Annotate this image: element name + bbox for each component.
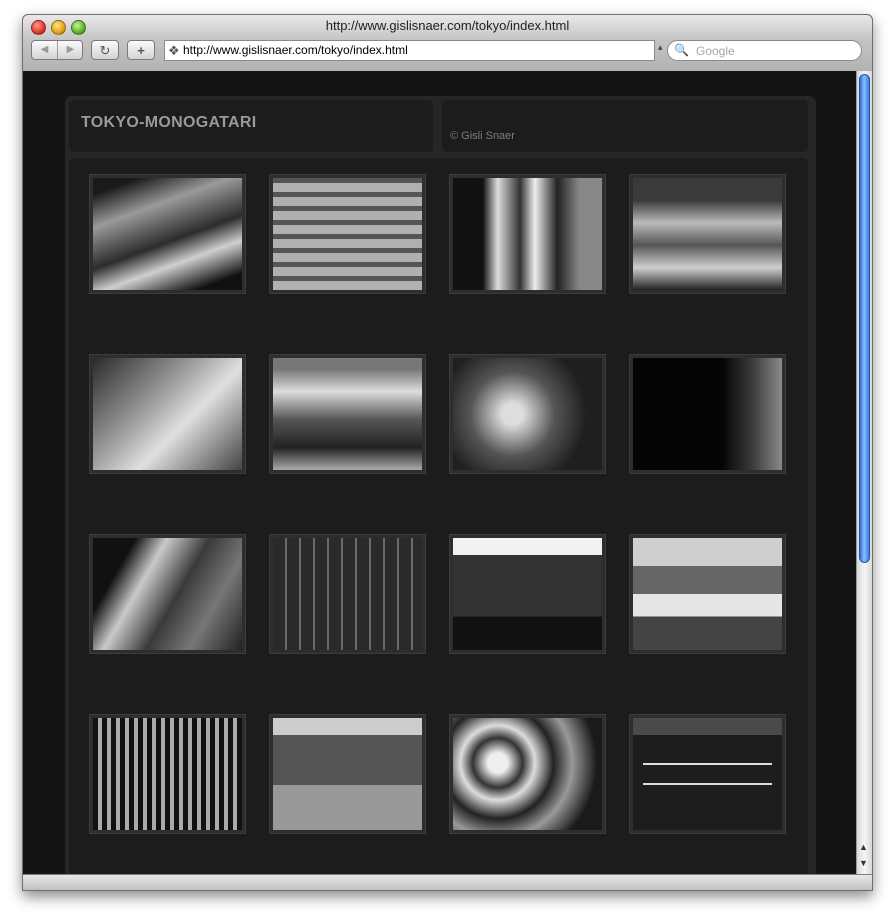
photo-image bbox=[453, 538, 602, 650]
photo-image bbox=[93, 538, 242, 650]
photo-image bbox=[273, 358, 422, 470]
photo-image bbox=[93, 178, 242, 290]
photo-thumbnail[interactable] bbox=[629, 174, 786, 294]
photo-image bbox=[453, 358, 602, 470]
photo-thumbnail[interactable] bbox=[269, 714, 426, 834]
reload-button[interactable]: ↻ bbox=[91, 40, 119, 60]
plus-icon: + bbox=[137, 43, 145, 58]
photo-thumbnail[interactable] bbox=[89, 714, 246, 834]
search-icon[interactable]: 🔍 bbox=[674, 43, 689, 57]
photo-image bbox=[93, 358, 242, 470]
address-bar[interactable]: ❖ http://www.gislisnaer.com/tokyo/index.… bbox=[164, 40, 655, 61]
window-title: http://www.gislisnaer.com/tokyo/index.ht… bbox=[325, 18, 570, 33]
photo-thumbnail[interactable] bbox=[629, 534, 786, 654]
photo-image bbox=[273, 538, 422, 650]
photo-image bbox=[453, 718, 602, 830]
browser-window: http://www.gislisnaer.com/tokyo/index.ht… bbox=[22, 14, 873, 891]
search-field[interactable]: 🔍 Google bbox=[667, 40, 862, 61]
photo-image bbox=[633, 718, 782, 830]
photo-thumbnail[interactable] bbox=[89, 174, 246, 294]
photo-image bbox=[633, 358, 782, 470]
back-arrow-icon: ◀ bbox=[40, 44, 49, 55]
scroll-down-icon[interactable]: ▼ bbox=[859, 858, 868, 868]
address-history-icon[interactable]: ▴ bbox=[658, 42, 663, 53]
photo-thumbnail[interactable] bbox=[449, 534, 606, 654]
url-text[interactable]: http://www.gislisnaer.com/tokyo/index.ht… bbox=[183, 43, 408, 57]
add-bookmark-button[interactable]: + bbox=[127, 40, 155, 60]
photo-thumbnail[interactable] bbox=[89, 534, 246, 654]
status-bar bbox=[23, 874, 872, 890]
page-viewport: TOKYO-MONOGATARI © Gisli Snaer bbox=[23, 71, 856, 874]
gallery-container: TOKYO-MONOGATARI © Gisli Snaer bbox=[65, 96, 816, 874]
copyright-notice: © Gisli Snaer bbox=[450, 130, 515, 142]
photo-image bbox=[453, 178, 602, 290]
photo-thumbnail[interactable] bbox=[629, 714, 786, 834]
photo-image bbox=[633, 178, 782, 290]
photo-thumbnail[interactable] bbox=[269, 534, 426, 654]
photo-grid bbox=[69, 158, 808, 874]
copyright-panel: © Gisli Snaer bbox=[442, 100, 808, 152]
search-placeholder: Google bbox=[696, 44, 735, 58]
scrollbar-thumb[interactable] bbox=[859, 74, 870, 563]
photo-thumbnail[interactable] bbox=[269, 174, 426, 294]
photo-thumbnail[interactable] bbox=[449, 354, 606, 474]
photo-image bbox=[273, 718, 422, 830]
photo-thumbnail[interactable] bbox=[629, 354, 786, 474]
site-favicon-icon: ❖ bbox=[168, 43, 180, 58]
back-forward-buttons: ◀ ▶ bbox=[31, 40, 83, 60]
photo-thumbnail[interactable] bbox=[89, 354, 246, 474]
reload-icon: ↻ bbox=[99, 43, 111, 58]
photo-thumbnail[interactable] bbox=[269, 354, 426, 474]
forward-arrow-icon: ▶ bbox=[66, 44, 75, 55]
scroll-up-icon[interactable]: ▲ bbox=[859, 842, 868, 852]
photo-image bbox=[273, 178, 422, 290]
photo-thumbnail[interactable] bbox=[449, 714, 606, 834]
photo-thumbnail[interactable] bbox=[449, 174, 606, 294]
site-title: TOKYO-MONOGATARI bbox=[81, 114, 257, 131]
photo-image bbox=[93, 718, 242, 830]
back-button[interactable]: ◀ bbox=[32, 41, 58, 59]
title-bar: http://www.gislisnaer.com/tokyo/index.ht… bbox=[23, 15, 872, 72]
vertical-scrollbar[interactable]: ▲ ▼ bbox=[856, 71, 872, 874]
site-header: TOKYO-MONOGATARI bbox=[69, 100, 433, 152]
photo-image bbox=[633, 538, 782, 650]
forward-button[interactable]: ▶ bbox=[58, 41, 83, 59]
